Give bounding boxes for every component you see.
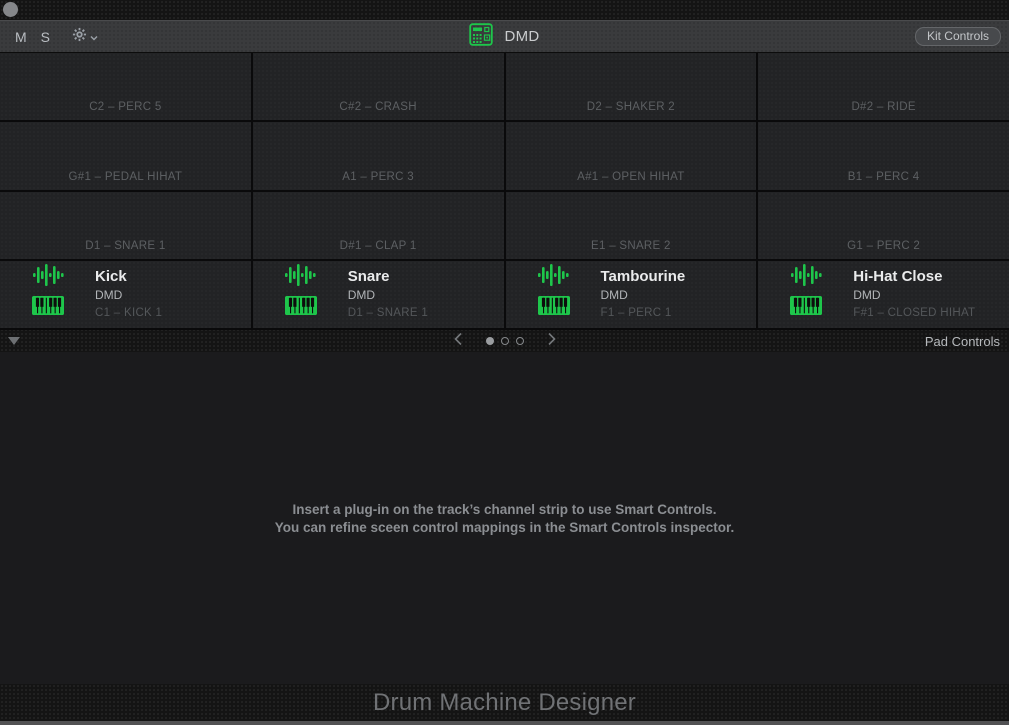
pad-note-label: F#1 – CLOSED HIHAT — [853, 304, 975, 322]
pad-note-label: D1 – SNARE 1 — [348, 304, 428, 322]
window-control-circle[interactable] — [3, 2, 18, 17]
pad-note-label: E1 – SNARE 2 — [506, 240, 757, 252]
pad-controls-bar: Pad Controls — [0, 330, 1009, 352]
toolbar-left-group: M S — [0, 27, 98, 47]
pad-note-label: C2 – PERC 5 — [0, 101, 251, 113]
drum-pad[interactable]: C#2 – CRASH — [253, 53, 504, 120]
chevron-right-icon[interactable] — [547, 332, 557, 351]
drum-pad-snare[interactable]: Snare DMD D1 – SNARE 1 — [253, 261, 504, 328]
chevron-down-icon — [90, 28, 98, 46]
drum-pad[interactable]: D2 – SHAKER 2 — [506, 53, 757, 120]
drum-pad[interactable]: B1 – PERC 4 — [758, 122, 1009, 189]
plugin-title: DMD — [504, 28, 539, 45]
pad-text-block: Hi-Hat Close DMD F#1 – CLOSED HIHAT — [853, 267, 975, 322]
drum-pad[interactable]: E1 – SNARE 2 — [506, 192, 757, 259]
drum-pad[interactable]: G#1 – PEDAL HIHAT — [0, 122, 251, 189]
mute-button[interactable]: M — [15, 29, 27, 45]
pad-text-block: Kick DMD C1 – KICK 1 — [95, 267, 162, 322]
toolbar-title-group: DMD — [0, 21, 1009, 52]
drum-pad[interactable]: A1 – PERC 3 — [253, 122, 504, 189]
titlebar-strip — [0, 0, 1009, 20]
waveform-icon — [791, 263, 822, 292]
smart-controls-message-line2: You can refine sceen control mappings in… — [275, 519, 735, 536]
pad-note-label: D#2 – RIDE — [758, 101, 1009, 113]
page-dot-active[interactable] — [486, 337, 494, 345]
waveform-icon — [538, 263, 569, 292]
drum-machine-icon — [469, 23, 493, 51]
pad-subtitle: DMD — [348, 286, 428, 304]
pad-subtitle: DMD — [601, 286, 686, 304]
drum-pad-kick[interactable]: Kick DMD C1 – KICK 1 — [0, 261, 251, 328]
pad-subtitle: DMD — [95, 286, 162, 304]
chevron-left-icon[interactable] — [453, 332, 463, 351]
action-menu-button[interactable] — [72, 27, 98, 47]
pad-note-label: G#1 – PEDAL HIHAT — [0, 171, 251, 183]
pad-note-label: B1 – PERC 4 — [758, 171, 1009, 183]
plugin-name-title: Drum Machine Designer — [373, 689, 636, 717]
keyboard-icon — [32, 296, 64, 320]
drum-pad-hihat-close[interactable]: Hi-Hat Close DMD F#1 – CLOSED HIHAT — [758, 261, 1009, 328]
pad-note-label: D2 – SHAKER 2 — [506, 101, 757, 113]
drum-pad[interactable]: A#1 – OPEN HIHAT — [506, 122, 757, 189]
pad-note-label: C1 – KICK 1 — [95, 304, 162, 322]
keyboard-icon — [790, 296, 822, 320]
pad-icon-stack — [538, 263, 570, 320]
pad-grid: C2 – PERC 5 C#2 – CRASH D2 – SHAKER 2 D#… — [0, 53, 1009, 330]
drum-pad[interactable]: D#2 – RIDE — [758, 53, 1009, 120]
waveform-icon — [285, 263, 316, 292]
drum-machine-designer-window: M S — [0, 0, 1009, 725]
smart-controls-message-line1: Insert a plug-in on the track’s channel … — [292, 501, 716, 518]
keyboard-icon — [285, 296, 317, 320]
drum-pad[interactable]: D1 – SNARE 1 — [0, 192, 251, 259]
page-dot[interactable] — [501, 337, 509, 345]
pad-note-label: A#1 – OPEN HIHAT — [506, 171, 757, 183]
smart-controls-panel: Insert a plug-in on the track’s channel … — [0, 352, 1009, 684]
pad-name: Tambourine — [601, 267, 686, 286]
pad-name: Hi-Hat Close — [853, 267, 975, 286]
solo-button[interactable]: S — [41, 29, 50, 45]
pad-icon-stack — [790, 263, 822, 320]
page-navigator — [0, 332, 1009, 351]
drum-pad[interactable]: D#1 – CLAP 1 — [253, 192, 504, 259]
window-bottom-edge — [0, 721, 1009, 725]
pad-name: Kick — [95, 267, 162, 286]
plugin-toolbar: M S — [0, 20, 1009, 53]
waveform-icon — [33, 263, 64, 292]
plugin-footer: Drum Machine Designer — [0, 684, 1009, 721]
drum-pad-tambourine[interactable]: Tambourine DMD F1 – PERC 1 — [506, 261, 757, 328]
toolbar-right-group: Kit Controls — [915, 27, 1009, 46]
pad-note-label: D#1 – CLAP 1 — [253, 240, 504, 252]
kit-controls-button[interactable]: Kit Controls — [915, 27, 1001, 46]
keyboard-icon — [538, 296, 570, 320]
pad-text-block: Snare DMD D1 – SNARE 1 — [348, 267, 428, 322]
pad-note-label: C#2 – CRASH — [253, 101, 504, 113]
pad-note-label: F1 – PERC 1 — [601, 304, 686, 322]
pad-icon-stack — [32, 263, 64, 320]
pad-subtitle: DMD — [853, 286, 975, 304]
pad-text-block: Tambourine DMD F1 – PERC 1 — [601, 267, 686, 322]
pad-note-label: G1 – PERC 2 — [758, 240, 1009, 252]
gear-icon — [72, 27, 87, 47]
page-dot[interactable] — [516, 337, 524, 345]
drum-pad[interactable]: C2 – PERC 5 — [0, 53, 251, 120]
pad-name: Snare — [348, 267, 428, 286]
pad-note-label: A1 – PERC 3 — [253, 171, 504, 183]
page-dots — [486, 337, 524, 345]
pad-note-label: D1 – SNARE 1 — [0, 240, 251, 252]
pad-icon-stack — [285, 263, 317, 320]
drum-pad[interactable]: G1 – PERC 2 — [758, 192, 1009, 259]
